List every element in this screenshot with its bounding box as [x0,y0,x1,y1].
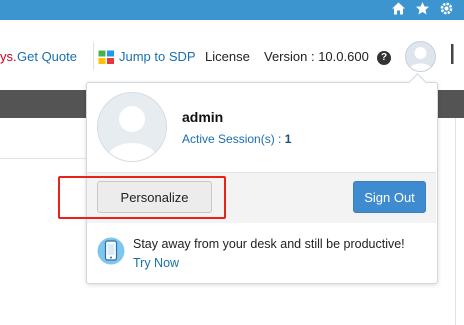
active-sessions-count: 1 [284,132,292,146]
promo-text: Stay away from your desk and still be pr… [133,237,405,251]
header-divider [93,42,94,70]
active-sessions[interactable]: Active Session(s) : 1 [182,132,291,146]
license-link[interactable]: License [205,49,250,64]
home-icon[interactable] [390,1,407,18]
menu-icon[interactable] [446,42,464,66]
page-content-left [0,118,86,325]
top-bar [0,0,464,20]
trial-days-text: ys. [0,49,17,64]
try-now-link[interactable]: Try Now [133,256,179,270]
promo-section [87,223,436,281]
star-icon[interactable] [414,1,431,18]
help-icon[interactable]: ? [377,51,391,65]
active-sessions-label: Active Session(s) : [182,132,282,146]
sign-out-button[interactable]: Sign Out [353,181,426,213]
content-divider [0,158,86,159]
highlight-box [58,176,226,219]
page-content-right [455,118,464,325]
gear-icon[interactable] [438,1,455,18]
jump-to-sdp-icon[interactable] [98,50,115,65]
username: admin [182,109,224,125]
profile-avatar [97,92,167,162]
get-quote-link[interactable]: Get Quote [17,49,77,64]
jump-to-sdp-link[interactable]: Jump to SDP [119,49,196,64]
version-text: Version : 10.0.600 [264,49,369,64]
mobile-app-icon [97,236,125,266]
user-avatar-button[interactable] [405,41,436,72]
